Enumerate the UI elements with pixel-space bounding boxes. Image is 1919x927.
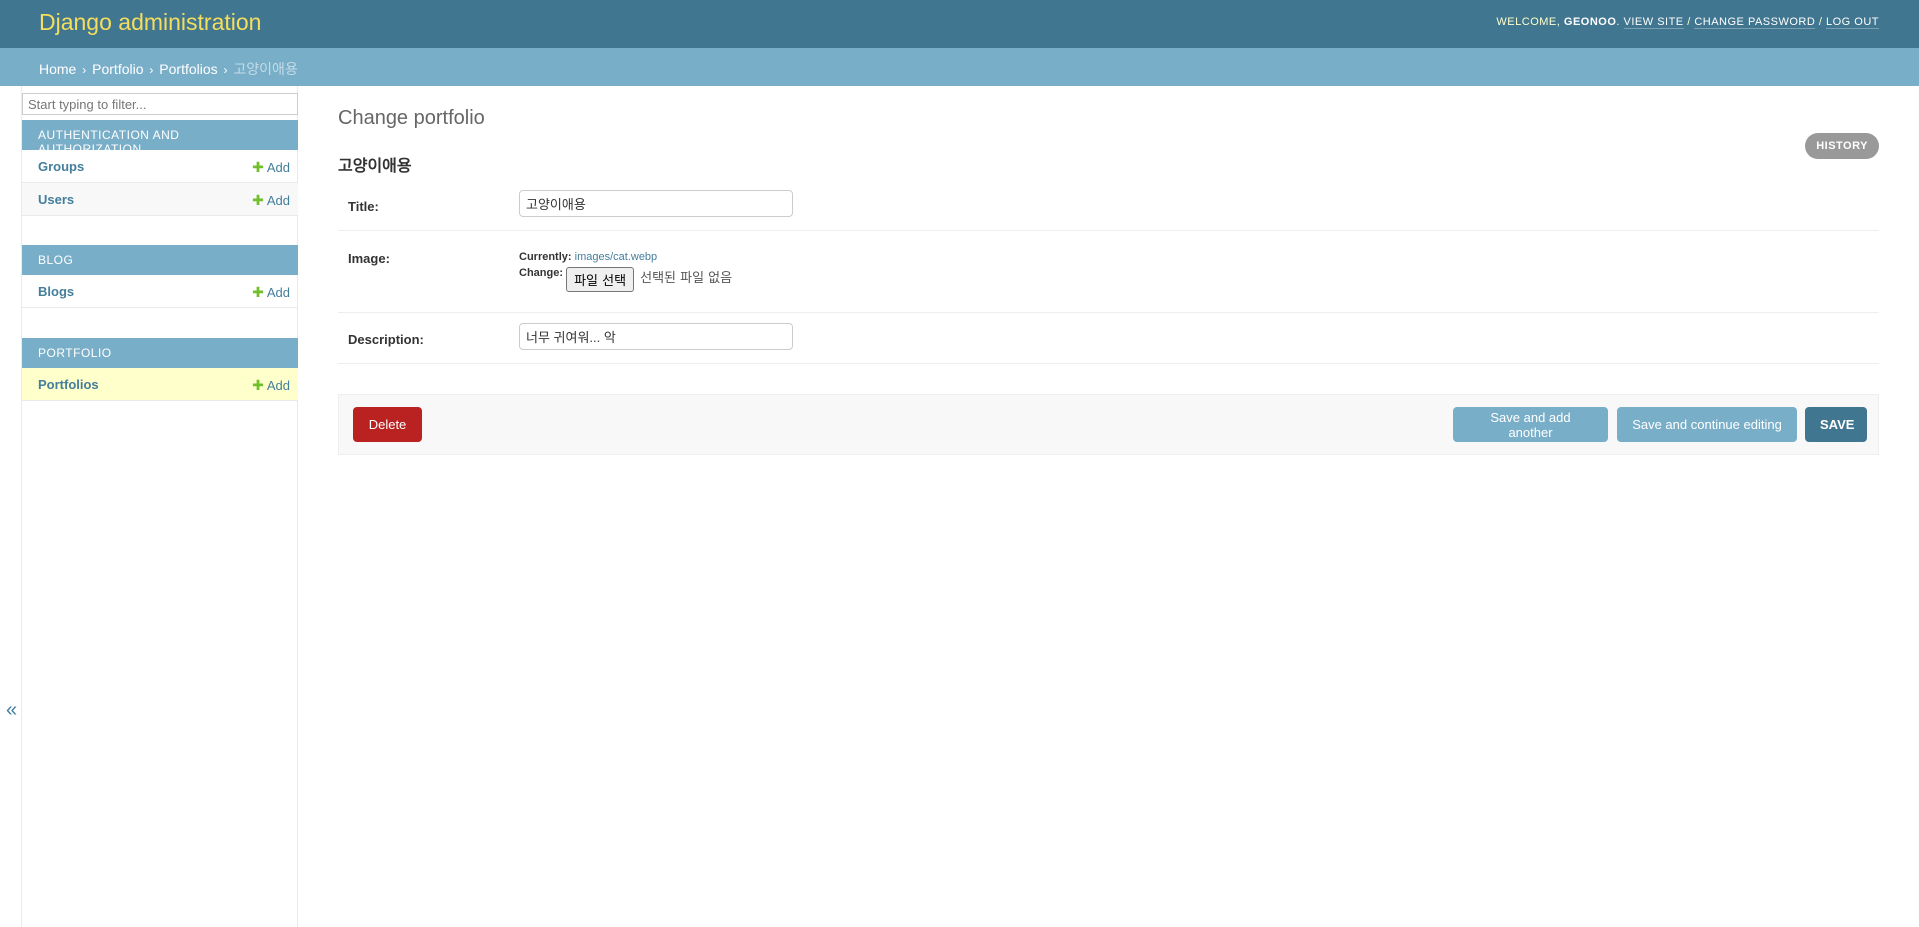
breadcrumb-separator: › (223, 63, 228, 77)
site-branding[interactable]: Django administration (39, 9, 261, 36)
breadcrumb-model[interactable]: Portfolios (159, 61, 217, 77)
currently-label: Currently: (519, 251, 572, 263)
model-link-users[interactable]: Users (38, 192, 74, 207)
submit-row: Delete Save and add another Save and con… (338, 394, 1879, 455)
module-portfolio: PORTFOLIO Portfolios ✚ Add (22, 338, 298, 401)
plus-icon: ✚ (252, 159, 264, 175)
breadcrumb-separator: › (82, 63, 87, 77)
title-input[interactable] (519, 190, 793, 217)
currently-line: Currently: images/cat.webp (519, 251, 732, 263)
save-button[interactable]: SAVE (1805, 407, 1867, 442)
description-input[interactable] (519, 323, 793, 350)
module-auth: AUTHENTICATION AND AUTHORIZATION Groups … (22, 120, 298, 216)
sidebar-item-portfolios: Portfolios ✚ Add (22, 368, 298, 401)
file-upload: Currently: images/cat.webp Change: 파일 선택… (519, 251, 732, 292)
form-row-description: Description: (338, 313, 1879, 364)
form-row-title: Title: (338, 179, 1879, 231)
toggle-sidebar-button[interactable]: « (0, 86, 21, 927)
sidebar-filter-input[interactable] (22, 93, 298, 115)
user-tools: WELCOME, GEONOO. VIEW SITE / CHANGE PASS… (1496, 16, 1879, 29)
file-choose-button[interactable]: 파일 선택 (566, 267, 635, 292)
sidebar-item-blogs: Blogs ✚ Add (22, 275, 298, 308)
username: GEONOO (1563, 16, 1617, 28)
change-password-link[interactable]: CHANGE PASSWORD (1694, 16, 1816, 29)
view-site-link[interactable]: VIEW SITE (1623, 16, 1684, 29)
breadcrumb-home[interactable]: Home (39, 61, 76, 77)
title-label: Title: (348, 199, 379, 214)
object-title: 고양이애용 (338, 158, 412, 175)
header: Django administration WELCOME, GEONOO. V… (0, 0, 1919, 48)
change-line: Change: 파일 선택 선택된 파일 없음 (519, 267, 732, 292)
add-label: Add (266, 193, 290, 208)
sidebar-item-users: Users ✚ Add (22, 183, 298, 216)
add-portfolios-button[interactable]: ✚ Add (252, 377, 290, 394)
welcome-text: WELCOME, (1496, 16, 1561, 28)
module-caption[interactable]: AUTHENTICATION AND AUTHORIZATION (22, 120, 298, 156)
model-link-portfolios[interactable]: Portfolios (38, 377, 99, 392)
module-blog: BLOG Blogs ✚ Add (22, 245, 298, 308)
add-label: Add (266, 378, 290, 393)
add-label: Add (266, 285, 290, 300)
module-caption[interactable]: PORTFOLIO (22, 338, 298, 368)
current-image-link[interactable]: images/cat.webp (575, 251, 658, 263)
page-title: Change portfolio (338, 107, 485, 129)
plus-icon: ✚ (252, 377, 264, 393)
nav-sidebar: AUTHENTICATION AND AUTHORIZATION Groups … (21, 86, 298, 927)
history-button[interactable]: HISTORY (1805, 133, 1879, 159)
breadcrumb: Home › Portfolio › Portfolios › 고양이애용 (0, 48, 1919, 86)
model-link-groups[interactable]: Groups (38, 159, 84, 174)
sidebar-item-groups: Groups ✚ Add (22, 150, 298, 183)
image-label: Image: (348, 251, 390, 266)
delete-button[interactable]: Delete (353, 407, 422, 442)
save-and-add-another-button[interactable]: Save and add another (1453, 407, 1608, 442)
breadcrumb-separator: › (149, 63, 154, 77)
add-blogs-button[interactable]: ✚ Add (252, 284, 290, 301)
change-label: Change: (519, 267, 563, 279)
plus-icon: ✚ (252, 192, 264, 208)
form-row-image: Image: Currently: images/cat.webp Change… (338, 231, 1879, 313)
save-and-continue-button[interactable]: Save and continue editing (1617, 407, 1797, 442)
log-out-link[interactable]: LOG OUT (1825, 16, 1879, 29)
file-status: 선택된 파일 없음 (640, 271, 733, 287)
plus-icon: ✚ (252, 284, 264, 300)
add-users-button[interactable]: ✚ Add (252, 192, 290, 209)
module-caption[interactable]: BLOG (22, 245, 298, 275)
breadcrumb-app[interactable]: Portfolio (92, 61, 143, 77)
breadcrumb-current: 고양이애용 (233, 61, 298, 77)
add-label: Add (266, 160, 290, 175)
add-groups-button[interactable]: ✚ Add (252, 159, 290, 176)
description-label: Description: (348, 332, 424, 347)
model-link-blogs[interactable]: Blogs (38, 284, 74, 299)
